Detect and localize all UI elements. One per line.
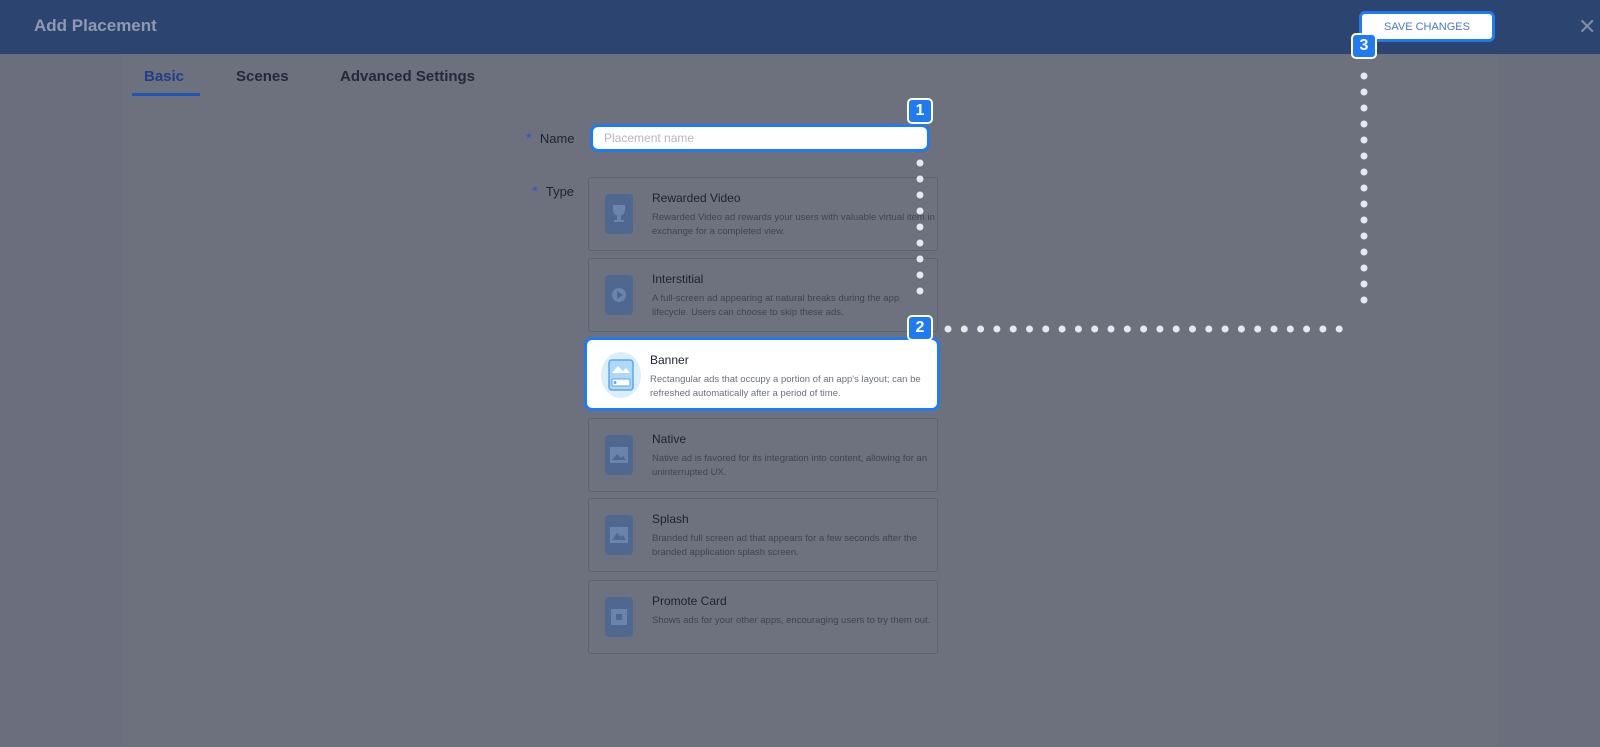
banner-icon: [601, 352, 641, 398]
type-label: * Type: [532, 183, 575, 200]
close-icon[interactable]: ✕: [1578, 14, 1596, 40]
card-description: Rectangular ads that occupy a portion of…: [650, 374, 921, 399]
card-description: Shows ads for your other apps, encouragi…: [652, 615, 931, 626]
modal-title: Add Placement: [34, 16, 157, 35]
trophy-icon: [605, 194, 633, 234]
step-badge-3: 3: [1351, 33, 1377, 59]
type-card-native[interactable]: Native Native ad is favored for its inte…: [588, 418, 938, 492]
type-card-banner[interactable]: Banner Rectangular ads that occupy a por…: [584, 337, 940, 411]
card-description: Rewarded Video ad rewards your users wit…: [652, 212, 935, 237]
card-description: Native ad is favored for its integration…: [652, 453, 928, 478]
image-icon: [605, 435, 633, 475]
card-title: Splash: [652, 512, 689, 526]
card-title: Rewarded Video: [652, 191, 741, 205]
splash-icon: [605, 515, 633, 555]
step-badge-1: 1: [907, 98, 933, 124]
active-tab-indicator: [132, 93, 200, 96]
tab-advanced-settings[interactable]: Advanced Settings: [340, 68, 475, 85]
type-card-splash[interactable]: Splash Branded full screen ad that appea…: [588, 498, 938, 572]
card-description: Branded full screen ad that appears for …: [652, 533, 918, 558]
tab-basic[interactable]: Basic: [144, 68, 184, 85]
card-description: A full-screen ad appearing at natural br…: [652, 293, 900, 318]
step-badge-2: 2: [907, 315, 933, 341]
card-title: Promote Card: [652, 594, 727, 608]
placement-name-input[interactable]: [590, 124, 930, 152]
type-card-interstitial[interactable]: Interstitial A full-screen ad appearing …: [588, 258, 938, 332]
play-icon: [605, 275, 633, 315]
card-title: Native: [652, 432, 687, 446]
card-title: Banner: [650, 353, 689, 367]
required-mark: *: [526, 130, 532, 147]
save-changes-button[interactable]: SAVE CHANGES: [1359, 11, 1495, 42]
card-icon: [605, 597, 633, 637]
name-label: * Name: [526, 130, 575, 147]
card-title: Interstitial: [652, 272, 704, 286]
required-mark: *: [532, 183, 538, 200]
tab-scenes[interactable]: Scenes: [236, 68, 289, 85]
type-card-promote-card[interactable]: Promote Card Shows ads for your other ap…: [588, 580, 938, 654]
type-card-rewarded-video[interactable]: Rewarded Video Rewarded Video ad rewards…: [588, 177, 938, 251]
